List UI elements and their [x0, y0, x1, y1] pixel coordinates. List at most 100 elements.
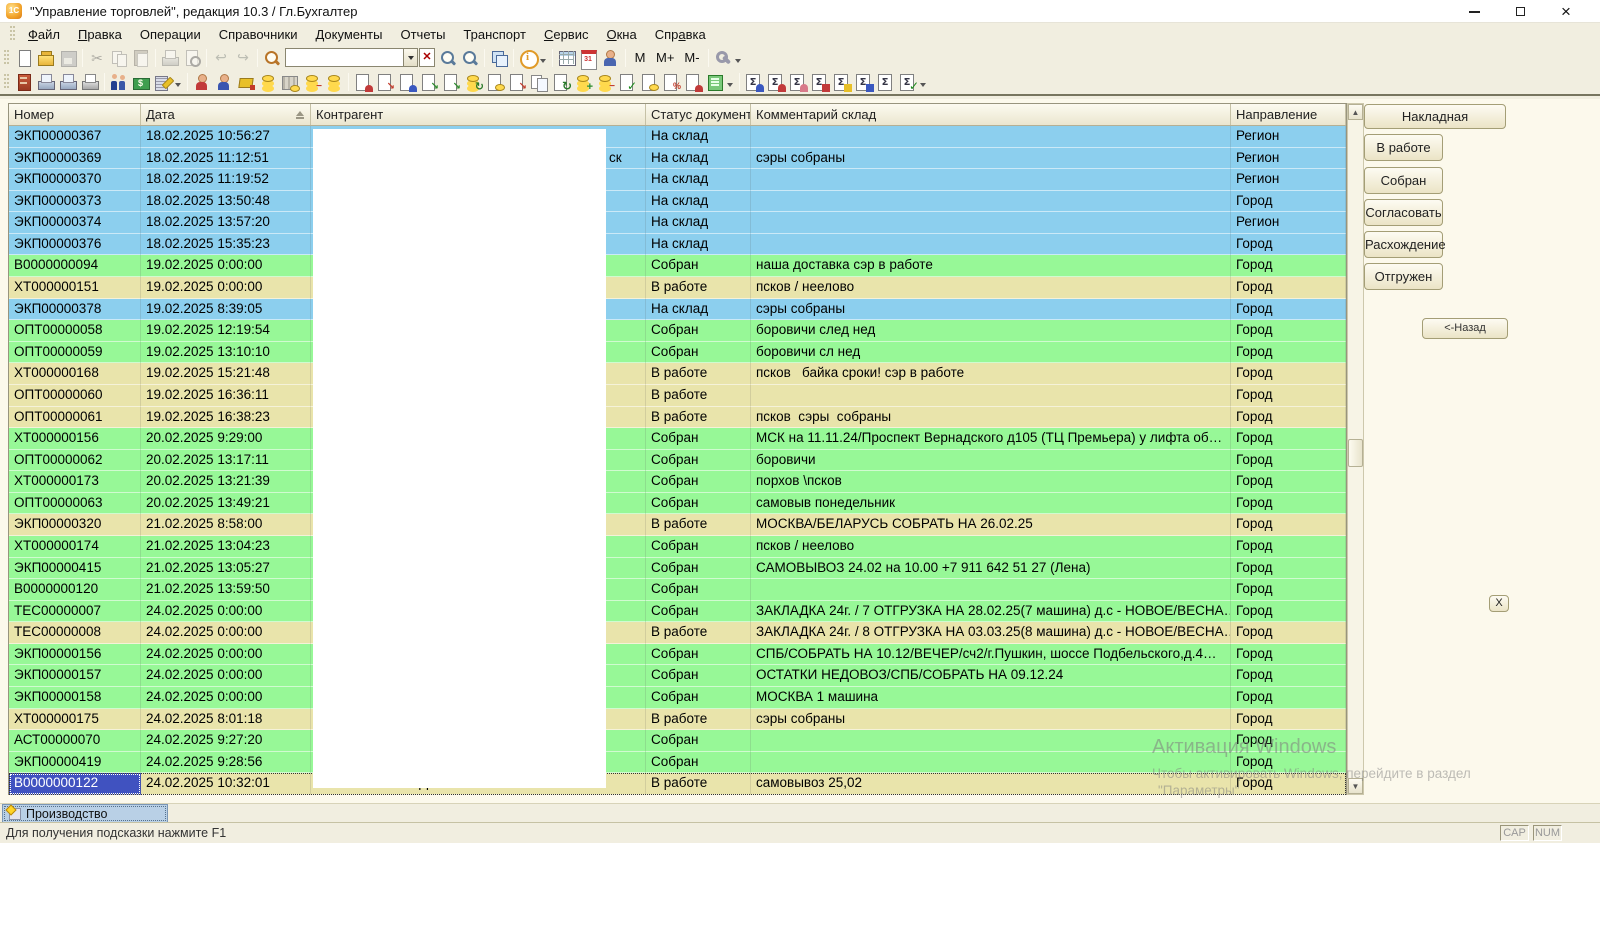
table-row[interactable]: ХТ00000016819.02.2025 15:21:48В работепс… [9, 363, 1346, 385]
cell-date[interactable]: 19.02.2025 15:21:48 [141, 363, 311, 385]
cell-number[interactable]: ЭКП00000374 [9, 212, 141, 234]
cell-date[interactable]: 24.02.2025 10:32:01 [141, 773, 311, 795]
cell-number[interactable]: ХТ000000156 [9, 428, 141, 450]
cell-number[interactable]: ХТ000000175 [9, 709, 141, 731]
table-row[interactable]: ОПТ0000005919.02.2025 13:10:10Собранборо… [9, 342, 1346, 364]
dropdown-arrow-icon[interactable] [175, 83, 181, 87]
cell-number[interactable]: ОПТ00000060 [9, 385, 141, 407]
toolbar2-drag-handle[interactable] [4, 74, 9, 90]
cell-direction[interactable]: Город [1231, 450, 1346, 472]
info-icon[interactable] [518, 48, 538, 68]
totals-check-icon[interactable] [898, 72, 918, 92]
archive-icon[interactable] [14, 72, 34, 92]
calculator-edit-icon[interactable] [153, 72, 173, 92]
cell-comment[interactable] [751, 234, 1231, 256]
cell-status[interactable]: В работе [646, 385, 751, 407]
cell-comment[interactable]: псков сэры собраны [751, 407, 1231, 429]
cell-date[interactable]: 21.02.2025 13:59:50 [141, 579, 311, 601]
cell-status[interactable]: Собран [646, 687, 751, 709]
cell-status[interactable]: В работе [646, 514, 751, 536]
cell-comment[interactable]: самовывоз 25,02 [751, 773, 1231, 795]
cell-date[interactable]: 20.02.2025 13:17:11 [141, 450, 311, 472]
settings-wrench-icon[interactable] [713, 48, 733, 68]
cell-status[interactable]: На склад [646, 191, 751, 213]
cell-direction[interactable]: Город [1231, 493, 1346, 515]
cell-direction[interactable]: Регион [1231, 148, 1346, 170]
cell-comment[interactable]: псков байка сроки! сэр в работе [751, 363, 1231, 385]
coins-minus-icon[interactable] [302, 72, 322, 92]
table-row[interactable]: ХТ00000015620.02.2025 9:29:00СобранМСК н… [9, 428, 1346, 450]
cell-comment[interactable]: МОСКВА 1 машина [751, 687, 1231, 709]
bank-building-icon[interactable] [280, 72, 300, 92]
cell-date[interactable]: 18.02.2025 11:19:52 [141, 169, 311, 191]
tab-production[interactable]: Производство [2, 804, 168, 823]
doc-arrow-green-icon[interactable] [419, 72, 439, 92]
cell-direction[interactable]: Город [1231, 191, 1346, 213]
cell-status[interactable]: Собран [646, 558, 751, 580]
cart-icon[interactable] [236, 72, 256, 92]
find-previous-icon[interactable] [460, 48, 480, 68]
totals-list-icon[interactable] [876, 72, 896, 92]
cell-status[interactable]: Собран [646, 428, 751, 450]
scroll-down-arrow[interactable]: ▼ [1348, 778, 1363, 794]
cell-comment[interactable] [751, 126, 1231, 148]
cell-date[interactable]: 18.02.2025 15:35:23 [141, 234, 311, 256]
memory-plus-button[interactable]: M+ [652, 48, 678, 68]
cell-date[interactable]: 20.02.2025 13:49:21 [141, 493, 311, 515]
cell-comment[interactable]: ОСТАТКИ НЕДОВОЗ/СПБ/СОБРАТЬ НА 09.12.24 [751, 665, 1231, 687]
cell-number[interactable]: ЭКП00000370 [9, 169, 141, 191]
cell-comment[interactable] [751, 191, 1231, 213]
print-report-icon[interactable] [36, 72, 56, 92]
doc-coins-icon[interactable] [485, 72, 505, 92]
cell-direction[interactable]: Город [1231, 622, 1346, 644]
doc-move-icon[interactable] [507, 72, 527, 92]
table-row[interactable]: В000000012021.02.2025 13:59:50СобранГоро… [9, 579, 1346, 601]
table-row[interactable]: ЭКП0000041924.02.2025 9:28:56СобранГород [9, 752, 1346, 774]
vertical-scrollbar[interactable]: ▲ ▼ [1347, 103, 1364, 795]
cell-number[interactable]: ЭКП00000320 [9, 514, 141, 536]
cell-direction[interactable]: Город [1231, 385, 1346, 407]
cell-number[interactable]: ЭКП00000376 [9, 234, 141, 256]
cell-number[interactable]: ХТ000000173 [9, 471, 141, 493]
totals-doc-yellow-icon[interactable] [832, 72, 852, 92]
cell-date[interactable]: 24.02.2025 8:01:18 [141, 709, 311, 731]
cell-comment[interactable]: сэры собраны [751, 148, 1231, 170]
coins-plus-icon[interactable] [573, 72, 593, 92]
status-button-1[interactable]: В работе [1364, 134, 1443, 161]
cell-number[interactable]: В0000000094 [9, 255, 141, 277]
cell-status[interactable]: Собран [646, 493, 751, 515]
cell-number[interactable]: ОПТ00000062 [9, 450, 141, 472]
dropdown-arrow-icon[interactable] [727, 83, 733, 87]
table-row[interactable]: В000000012224.02.2025 10:32:01Зеленов Па… [9, 773, 1346, 795]
column-header-number[interactable]: Номер [9, 104, 141, 125]
cell-status[interactable]: В работе [646, 622, 751, 644]
table-row[interactable]: ЭКП0000037618.02.2025 15:35:23На складГо… [9, 234, 1346, 256]
table-row[interactable]: ЭКП0000041521.02.2025 13:05:27СобранСАМО… [9, 558, 1346, 580]
cell-direction[interactable]: Город [1231, 644, 1346, 666]
cell-direction[interactable]: Город [1231, 234, 1346, 256]
cell-comment[interactable] [751, 752, 1231, 774]
table-row[interactable]: ХТ00000017524.02.2025 8:01:18В работесэр… [9, 709, 1346, 731]
order-person-red-icon[interactable] [353, 72, 373, 92]
cell-comment[interactable]: боровичи [751, 450, 1231, 472]
cell-direction[interactable]: Город [1231, 579, 1346, 601]
status-button-4[interactable]: Расхождение [1364, 231, 1443, 258]
scrollbar-thumb[interactable] [1348, 439, 1363, 467]
cell-date[interactable]: 24.02.2025 0:00:00 [141, 687, 311, 709]
restore-button[interactable] [1506, 2, 1534, 22]
cell-date[interactable]: 19.02.2025 0:00:00 [141, 277, 311, 299]
cell-date[interactable]: 18.02.2025 13:50:48 [141, 191, 311, 213]
cell-date[interactable]: 19.02.2025 12:19:54 [141, 320, 311, 342]
status-button-5[interactable]: Отгружен [1364, 263, 1443, 290]
cell-comment[interactable]: сэры собраны [751, 709, 1231, 731]
table-row[interactable]: ХТ00000017320.02.2025 13:21:39Собранпорх… [9, 471, 1346, 493]
cell-comment[interactable]: САМОВЫВОЗ 24.02 на 10.00 +7 911 642 51 2… [751, 558, 1231, 580]
search-dropdown-button[interactable] [403, 48, 418, 67]
cell-number[interactable]: ТЕС00000007 [9, 601, 141, 623]
cell-date[interactable]: 21.02.2025 8:58:00 [141, 514, 311, 536]
cell-number[interactable]: ЭКП00000156 [9, 644, 141, 666]
toolbar1-drag-handle[interactable] [4, 50, 9, 66]
search-clear-button[interactable]: ✕ [419, 48, 435, 67]
cell-direction[interactable]: Город [1231, 730, 1346, 752]
print-preview-icon[interactable] [182, 48, 202, 68]
